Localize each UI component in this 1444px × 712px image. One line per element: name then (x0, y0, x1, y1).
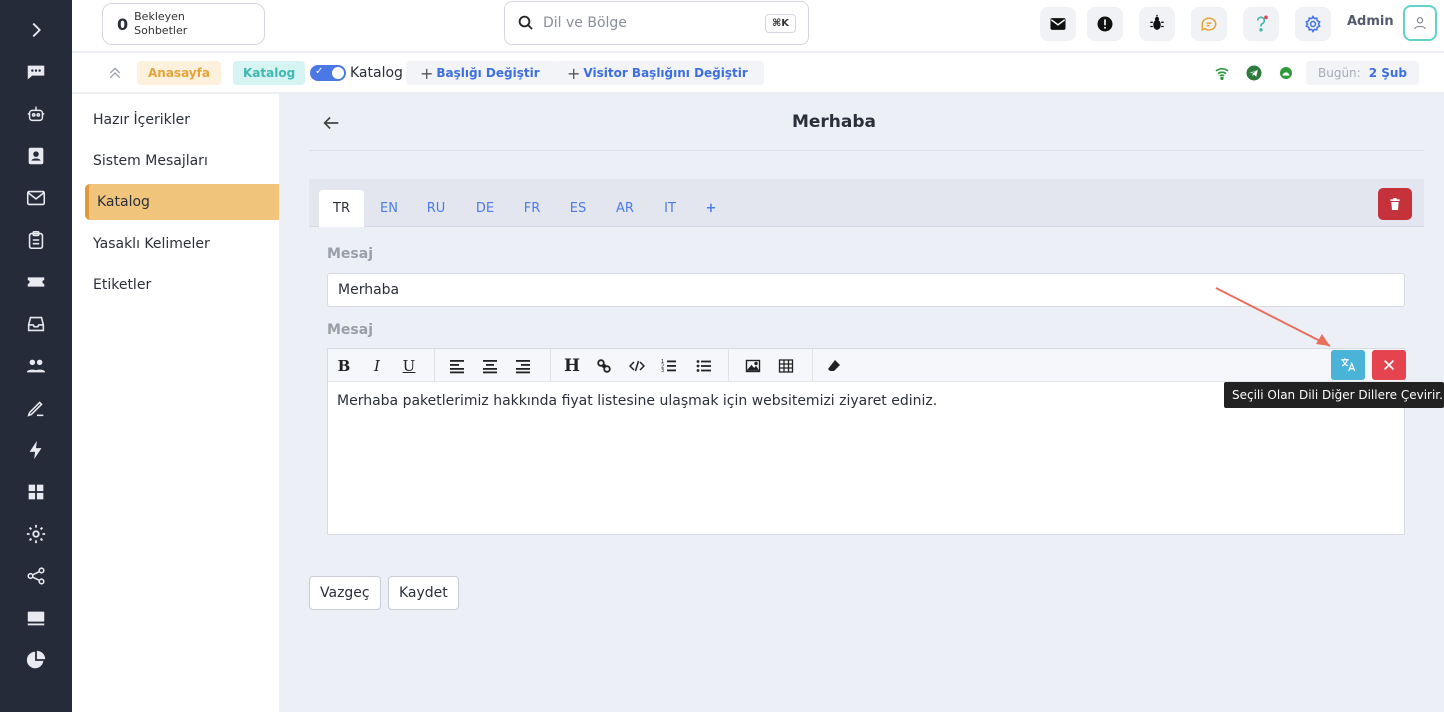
chat-icon[interactable] (0, 52, 72, 92)
title-field-label: Mesaj (327, 246, 374, 262)
tab-fr[interactable]: FR (515, 190, 549, 227)
lightning-icon[interactable] (0, 430, 72, 470)
tab-it[interactable]: IT (653, 190, 687, 227)
settings-icon[interactable] (1295, 7, 1331, 41)
tab-de[interactable]: DE (468, 190, 502, 227)
editor-content[interactable]: Merhaba paketlerimiz hakkında fiyat list… (337, 393, 937, 409)
grid-icon[interactable] (0, 472, 72, 512)
search-input[interactable] (543, 15, 753, 31)
telegram-icon (1242, 61, 1266, 85)
image-icon[interactable] (741, 353, 765, 379)
language-tabs: TR EN RU DE FR ES AR IT + (309, 179, 1424, 227)
align-center-icon[interactable] (478, 353, 502, 379)
bullet-list-icon[interactable] (692, 353, 716, 379)
alert-icon[interactable] (1087, 7, 1123, 41)
left-rail (0, 0, 72, 712)
table-icon[interactable] (774, 353, 798, 379)
close-icon (1384, 360, 1394, 370)
divider (309, 150, 1424, 151)
tab-ar[interactable]: AR (608, 190, 642, 227)
breadcrumb-catalog[interactable]: Katalog (233, 61, 306, 85)
link-icon[interactable] (592, 353, 616, 379)
top-bar: 0 Bekleyen Sohbetler ⌘K Admin (72, 0, 1444, 52)
catalog-toggle[interactable]: ✓ Katalog (310, 61, 403, 85)
mail-icon[interactable] (0, 178, 72, 218)
expand-chevron-icon[interactable] (0, 10, 72, 50)
pending-chats-button[interactable]: 0 Bekleyen Sohbetler (102, 3, 265, 45)
search-icon (518, 15, 533, 30)
wifi-icon (1210, 61, 1234, 85)
tab-en[interactable]: EN (372, 190, 406, 227)
ticket-icon[interactable] (0, 262, 72, 302)
pending-label: Bekleyen Sohbetler (134, 10, 188, 37)
breadcrumb-home[interactable]: Anasayfa (137, 61, 221, 85)
tab-ru[interactable]: RU (419, 190, 453, 227)
contact-card-icon[interactable] (0, 136, 72, 176)
inbox-icon[interactable] (0, 304, 72, 344)
bot-icon[interactable] (0, 94, 72, 134)
search-box[interactable]: ⌘K (504, 1, 809, 45)
avatar[interactable] (1403, 5, 1437, 41)
plus-icon: + (420, 63, 434, 83)
user-name[interactable]: Admin (1347, 14, 1394, 29)
settings-icon[interactable] (0, 514, 72, 554)
trash-icon (1390, 198, 1400, 210)
submenu-item-yasakli-kelimeler[interactable]: Yasaklı Kelimeler (85, 226, 279, 262)
change-title-button[interactable]: + Başlığı Değiştir (406, 61, 554, 85)
close-editor-button[interactable] (1372, 350, 1406, 380)
heading-icon[interactable]: H (560, 353, 584, 379)
align-right-icon[interactable] (511, 353, 535, 379)
tab-add-language[interactable]: + (696, 190, 726, 227)
change-visitor-title-button[interactable]: + Visitor Başlığını Değiştir (551, 61, 764, 85)
underline-icon[interactable]: U (397, 353, 421, 379)
bug-icon[interactable] (1139, 7, 1175, 41)
tab-es[interactable]: ES (561, 190, 595, 227)
submenu-item-etiketler[interactable]: Etiketler (85, 267, 279, 303)
support-chat-icon[interactable] (1191, 7, 1227, 41)
search-shortcut: ⌘K (764, 14, 796, 33)
cancel-button[interactable]: Vazgeç (309, 576, 381, 610)
annotation-arrow (1215, 287, 1331, 347)
submenu-item-sistem-mesajlari[interactable]: Sistem Mesajları (85, 143, 279, 179)
mail-icon[interactable] (1040, 7, 1076, 41)
translate-icon (1341, 358, 1356, 372)
breadcrumb: Anasayfa Katalog ✓ Katalog + Başlığı Deği… (72, 53, 1444, 93)
submenu-item-katalog[interactable]: Katalog (85, 184, 279, 220)
translate-button[interactable] (1331, 350, 1365, 380)
align-left-icon[interactable] (445, 353, 469, 379)
bold-icon[interactable]: B (332, 353, 356, 379)
today-date: Bugün: 2 Şub (1306, 61, 1420, 85)
save-button[interactable]: Kaydet (388, 576, 459, 610)
user-icon (1414, 17, 1426, 30)
plus-icon: + (567, 63, 581, 83)
rich-text-editor[interactable]: B I U H 123 Merhaba paketlerimiz hakkınd… (327, 348, 1406, 535)
sub-menu: Hazır İçerikler Sistem Mesajları Katalog… (72, 94, 279, 712)
pie-chart-icon[interactable] (0, 640, 72, 680)
check-icon: ✓ (315, 66, 324, 77)
collapse-icon[interactable] (107, 61, 123, 85)
page-title: Merhaba (791, 112, 877, 132)
share-icon[interactable] (0, 556, 72, 596)
monitor-icon[interactable] (0, 598, 72, 638)
status-icon (1274, 61, 1298, 85)
delete-button[interactable] (1378, 188, 1412, 220)
eraser-icon[interactable] (822, 353, 846, 379)
translate-tooltip: Seçili Olan Dili Diğer Dillere Çevirir. (1224, 382, 1444, 408)
pending-count: 0 (117, 14, 129, 34)
italic-icon[interactable]: I (365, 353, 389, 379)
pen-icon[interactable] (0, 388, 72, 428)
tab-tr[interactable]: TR (319, 190, 364, 227)
toggle-label: Katalog (350, 65, 403, 81)
svg-text:3: 3 (661, 368, 664, 374)
help-icon[interactable] (1243, 7, 1279, 41)
ordered-list-icon[interactable]: 123 (657, 353, 681, 379)
submenu-item-hazir-icerikler[interactable]: Hazır İçerikler (85, 102, 279, 138)
toggle-switch[interactable]: ✓ (310, 65, 346, 81)
code-icon[interactable] (625, 353, 649, 379)
clipboard-icon[interactable] (0, 220, 72, 260)
users-icon[interactable] (0, 346, 72, 386)
message-field-label: Mesaj (327, 322, 374, 338)
